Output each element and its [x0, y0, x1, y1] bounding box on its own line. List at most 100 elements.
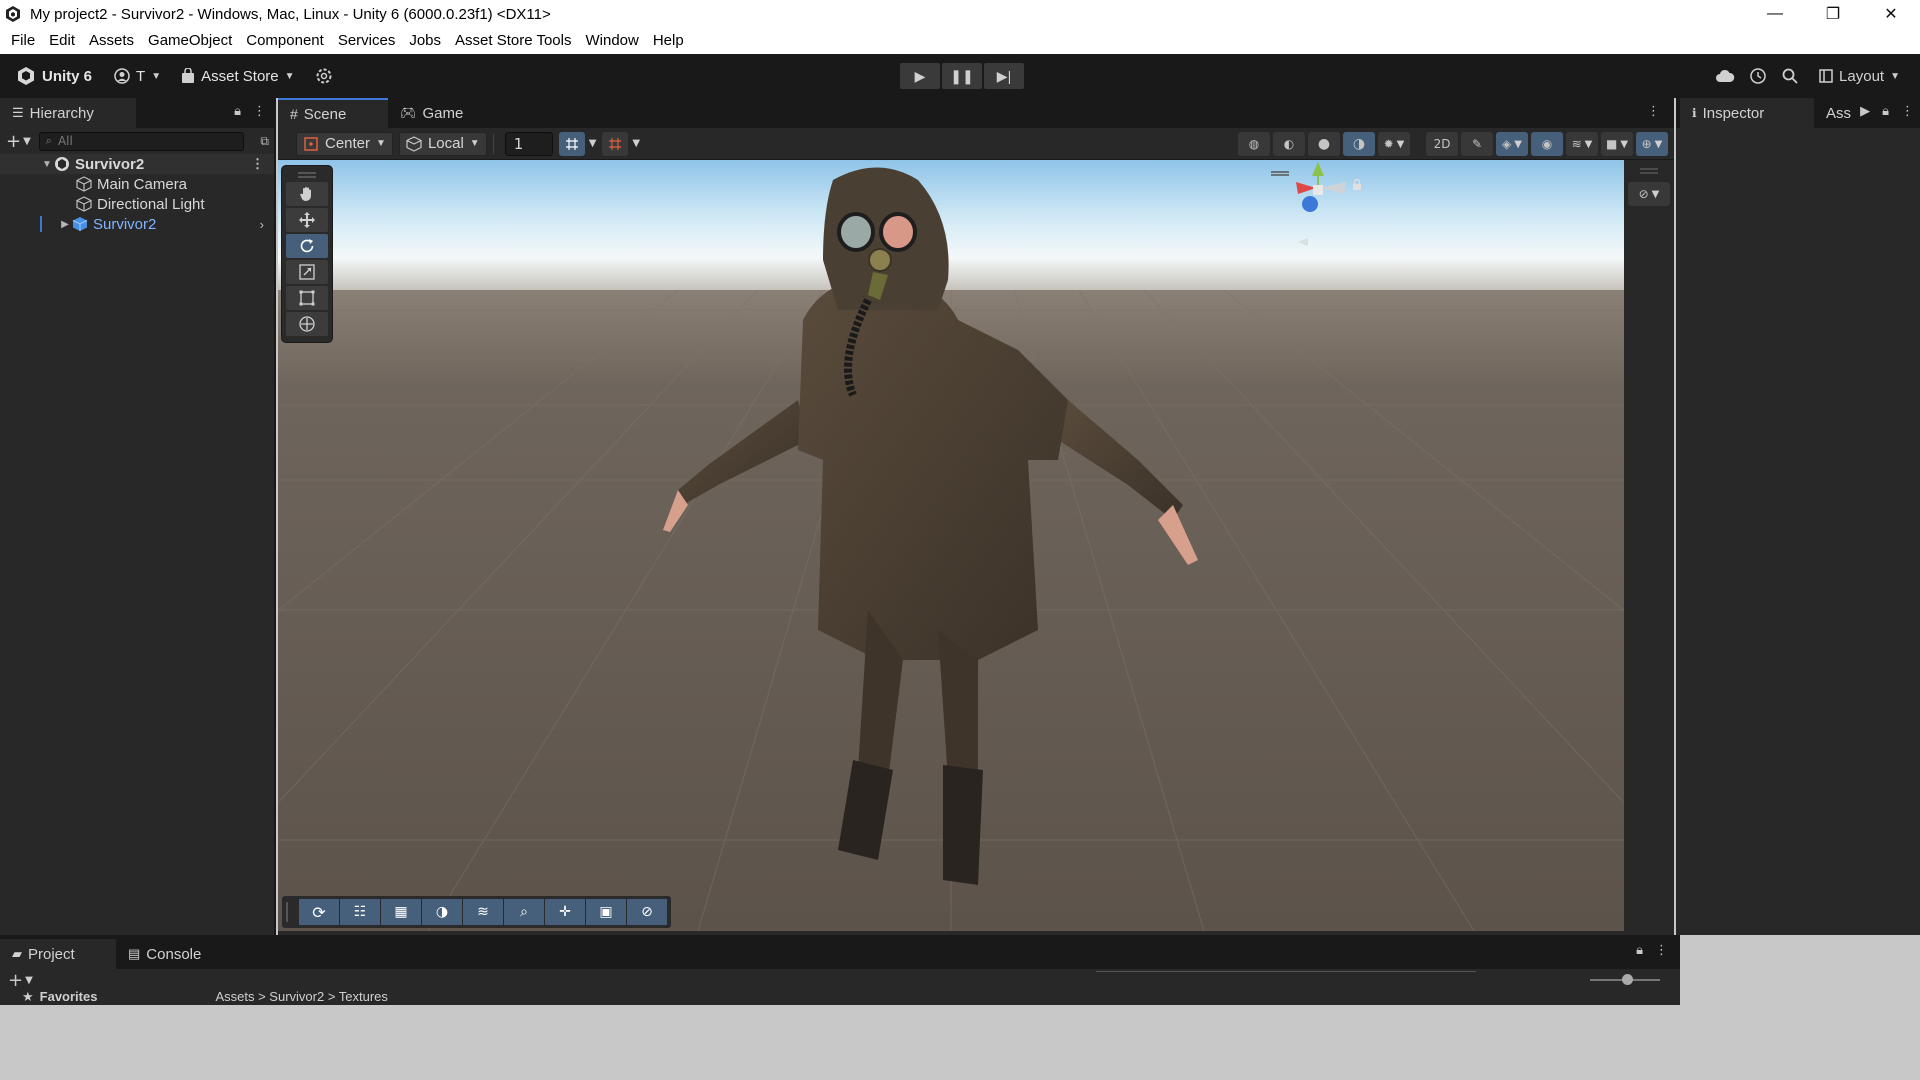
menu-gameobject[interactable]: GameObject [141, 28, 239, 54]
menu-window[interactable]: Window [578, 28, 645, 54]
expand-arrow-icon[interactable]: ▼ [40, 159, 54, 170]
lock-icon[interactable]: 🔒︎ [234, 104, 241, 119]
tab-inspector[interactable]: ℹ Inspector [1680, 98, 1814, 128]
global-view-button[interactable]: ◍ [1238, 132, 1270, 156]
tab-game[interactable]: 🎮︎ Game [388, 98, 478, 128]
close-button[interactable]: ✕ [1862, 0, 1920, 28]
history-icon[interactable] [1749, 67, 1767, 85]
tab-console[interactable]: ▤ Console [116, 939, 226, 969]
overlay-pivot-button[interactable]: ✛ [545, 899, 585, 925]
scene-viewport[interactable]: y [278, 160, 1624, 931]
rotate-tool-button[interactable] [286, 234, 328, 258]
transform-tool-button[interactable] [286, 312, 328, 336]
grid-increment-field[interactable]: 1 [504, 131, 553, 156]
minimize-button[interactable]: — [1746, 0, 1804, 28]
overlay-layers-button[interactable]: ≋ [463, 899, 503, 925]
overlay-tool-settings-button[interactable]: ☷ [340, 899, 380, 925]
icon-size-slider[interactable] [1590, 974, 1660, 985]
lock-icon[interactable]: 🔒︎ [1636, 943, 1643, 958]
chevron-right-icon[interactable]: › [260, 217, 264, 232]
palette-drag-handle[interactable] [298, 172, 316, 178]
camera-dropdown[interactable]: ■ ▼ [1601, 132, 1633, 156]
overlay-rotate-button[interactable]: ⟳ [299, 899, 339, 925]
menu-jobs[interactable]: Jobs [402, 28, 448, 54]
menu-asset-store-tools[interactable]: Asset Store Tools [448, 28, 578, 54]
favorites-label[interactable]: Favorites [40, 991, 98, 1004]
chevron-down-icon[interactable]: ▼ [589, 138, 597, 149]
pivot-mode-dropdown[interactable]: Center ▼ [296, 131, 393, 156]
menu-assets[interactable]: Assets [82, 28, 141, 54]
tab-project[interactable]: ▰ Project [0, 939, 116, 969]
shaded-button[interactable]: ● [1308, 132, 1340, 156]
slider-thumb[interactable] [1622, 974, 1633, 985]
tab-scene[interactable]: # Scene [278, 98, 388, 128]
move-tool-button[interactable] [286, 208, 328, 232]
more-options-icon[interactable]: ⋮ [1655, 943, 1668, 958]
scene-row[interactable]: ▼ Survivor2 ⋮ [0, 154, 274, 174]
visibility-toggle-button[interactable]: ◉ [1531, 132, 1563, 156]
shaded-sphere-icon: ● [1317, 136, 1331, 152]
layout-dropdown[interactable]: Layout ▼ [1813, 63, 1906, 89]
search-icon[interactable] [1781, 67, 1799, 85]
hierarchy-item-label: Directional Light [97, 195, 205, 213]
search-icon: ⌕ [45, 134, 52, 147]
grid-snap-button[interactable] [558, 131, 585, 156]
cameras-overlay-dropdown[interactable]: ⊘ ▼ [1628, 182, 1670, 206]
pivot-rotation-dropdown[interactable]: Local ▼ [398, 131, 487, 156]
more-options-icon[interactable]: ⋮ [1647, 104, 1660, 119]
step-button[interactable]: ▶| [984, 63, 1024, 89]
breadcrumb[interactable]: Assets > Survivor2 > Textures [215, 991, 387, 1004]
debug-draw-mode-dropdown[interactable]: ✹ ▼ [1378, 132, 1410, 156]
project-panel: ▰ Project ▤ Console 🔒︎ ⋮ + ▼ ★ Favorites… [0, 935, 1680, 1005]
asset-store-dropdown[interactable]: Asset Store ▼ [173, 63, 302, 89]
menu-component[interactable]: Component [239, 28, 331, 54]
wireframe-shading-button[interactable]: ◐ [1273, 132, 1305, 156]
cloud-icon[interactable] [1715, 69, 1735, 83]
hierarchy-search-input[interactable]: ⌕ All ⧉ [38, 131, 269, 151]
unity-account-button[interactable]: Unity 6 [8, 63, 100, 89]
menu-edit[interactable]: Edit [42, 28, 82, 54]
hand-tool-button[interactable] [286, 182, 328, 206]
user-icon [114, 68, 130, 84]
project-search-input[interactable] [1096, 971, 1476, 975]
chevron-right-icon[interactable]: ▶ [1860, 104, 1870, 119]
hierarchy-item[interactable]: Main Camera [0, 174, 274, 194]
settings-button[interactable] [307, 63, 341, 89]
create-add-button[interactable]: + ▼ [8, 970, 33, 991]
menu-help[interactable]: Help [646, 28, 691, 54]
menu-file[interactable]: File [4, 28, 42, 54]
account-dropdown[interactable]: T ▼ [106, 63, 169, 89]
menu-services[interactable]: Services [331, 28, 403, 54]
overlay-grid-button[interactable]: ▦ [381, 899, 421, 925]
scale-tool-button[interactable] [286, 260, 328, 284]
chevron-down-icon[interactable]: ▼ [632, 138, 640, 149]
layers-dropdown[interactable]: ≋ ▼ [1566, 132, 1598, 156]
more-options-icon[interactable]: ⋮ [251, 156, 264, 172]
tab-hierarchy[interactable]: ☰ Hierarchy [0, 98, 136, 128]
project-subbar: ★ Favorites Assets > Survivor2 > Texture… [0, 991, 1680, 1005]
overlay-camera-button[interactable]: ▣ [586, 899, 626, 925]
more-options-icon[interactable]: ⋮ [1901, 104, 1914, 119]
overlay-search-button[interactable]: ⌕ [504, 899, 544, 925]
expand-arrow-icon[interactable]: ▶ [58, 219, 72, 230]
pause-button[interactable]: ❚❚ [942, 63, 982, 89]
2d-toggle-button[interactable]: 2D [1426, 132, 1458, 156]
effects-dropdown[interactable]: ◈ ▼ [1496, 132, 1528, 156]
maximize-button[interactable]: ❐ [1804, 0, 1862, 28]
overlay-orientation-button[interactable]: ⊘ [627, 899, 667, 925]
lock-icon[interactable]: 🔒︎ [1882, 104, 1889, 119]
gizmos-dropdown[interactable]: ⊕ ▼ [1636, 132, 1668, 156]
rect-tool-button[interactable] [286, 286, 328, 310]
overlay-shading-button[interactable]: ◑ [422, 899, 462, 925]
hierarchy-item-selected[interactable]: ▶ Survivor2 › [0, 214, 274, 234]
overlay-drag-handle[interactable] [286, 902, 292, 922]
increment-snap-button[interactable] [602, 131, 629, 156]
lighting-toggle-button[interactable]: ✎ [1461, 132, 1493, 156]
shaded-wireframe-button[interactable]: ◑ [1343, 132, 1375, 156]
gutter-drag-handle[interactable] [1640, 168, 1658, 174]
play-button[interactable]: ▶ [900, 63, 940, 89]
search-options-icon[interactable]: ⧉ [260, 134, 269, 149]
hierarchy-item[interactable]: Directional Light [0, 194, 274, 214]
more-options-icon[interactable]: ⋮ [253, 104, 266, 119]
create-add-button[interactable]: + ▼ [6, 131, 31, 152]
